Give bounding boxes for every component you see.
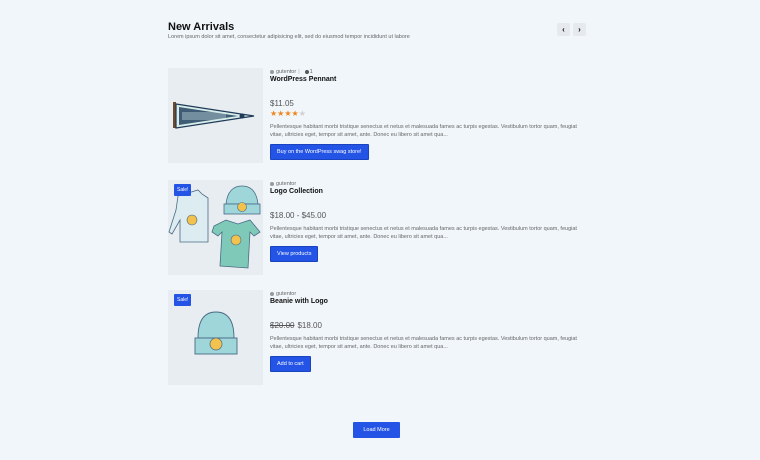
product-title[interactable]: Logo Collection [270, 188, 588, 198]
star-filled-icon: ★ [284, 109, 292, 118]
meta-separator: | [298, 69, 300, 75]
comment-count[interactable]: 1 [310, 68, 313, 76]
comment-icon [304, 70, 309, 74]
prev-button[interactable]: ‹ [557, 23, 570, 36]
star-rating: ★★★★★ [270, 109, 588, 118]
view-products-button[interactable]: View products [270, 246, 319, 262]
product-card: gutentor | 1 WordPress Pennant $11.05 ★★★★… [168, 68, 588, 163]
star-empty-icon: ★ [298, 109, 306, 118]
product-description: Pellentesque habitant morbi tristique se… [270, 226, 577, 240]
author-link[interactable]: gutentor [276, 180, 296, 188]
next-button[interactable]: › [573, 23, 586, 36]
product-description: Pellentesque habitant morbi tristique se… [270, 124, 577, 138]
product-title[interactable]: Beanie with Logo [270, 298, 588, 308]
chevron-left-icon: ‹ [562, 25, 565, 34]
star-filled-icon: ★ [291, 109, 299, 118]
sale-price: $18.00 [297, 321, 322, 330]
sale-badge: Sale! [174, 294, 192, 306]
product-image-pennant[interactable] [168, 68, 263, 163]
product-meta: gutentor [270, 180, 588, 188]
product-meta: gutentor [270, 290, 588, 298]
old-price: $20.00 [270, 321, 295, 330]
product-card: Sale! gutentor Logo Collection $18.00 - … [168, 180, 588, 275]
user-icon [270, 292, 274, 296]
section-subtitle: Lorem ipsum dolor sit amet, consectetur … [168, 34, 410, 40]
load-more-button[interactable]: Load More [353, 422, 400, 438]
author-link[interactable]: gutentor [276, 290, 296, 298]
author-link[interactable]: gutentor [276, 68, 296, 76]
user-icon [270, 182, 274, 186]
chevron-right-icon: › [578, 25, 581, 34]
section-title: New Arrivals [168, 21, 235, 33]
product-price: $11.05 [270, 99, 294, 108]
buy-button[interactable]: Buy on the WordPress swag store! [270, 144, 369, 160]
product-meta: gutentor | 1 [270, 68, 588, 76]
product-card: Sale! gutentor Beanie with Logo $20.00 $1… [168, 290, 588, 385]
product-description: Pellentesque habitant morbi tristique se… [270, 336, 577, 350]
product-title[interactable]: WordPress Pennant [270, 76, 588, 86]
product-price: $18.00 - $45.00 [270, 211, 327, 220]
product-image-beanie[interactable]: Sale! [168, 290, 263, 385]
product-image-logo-collection[interactable]: Sale! [168, 180, 263, 275]
user-icon [270, 70, 274, 74]
sale-badge: Sale! [174, 184, 192, 196]
product-price: $20.00 $18.00 [270, 321, 588, 330]
add-to-cart-button[interactable]: Add to cart [270, 356, 311, 372]
pennant-image [173, 102, 255, 129]
